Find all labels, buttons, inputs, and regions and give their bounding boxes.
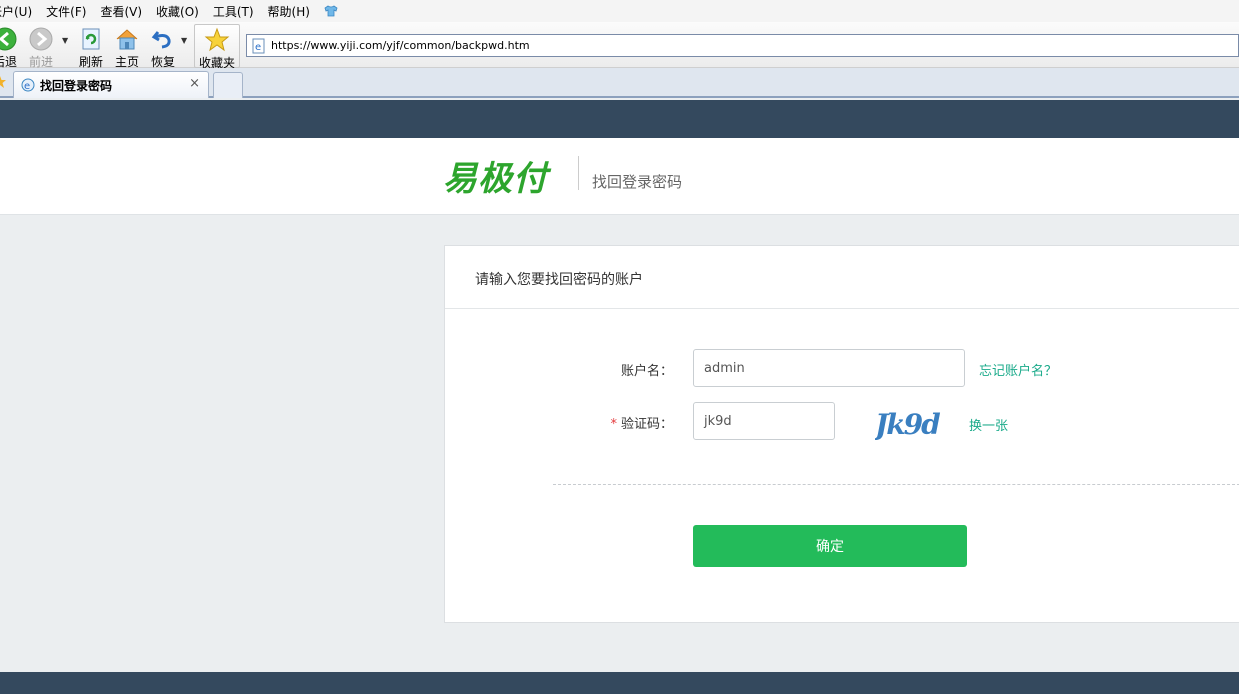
new-tab-button[interactable] (213, 72, 243, 98)
captcha-input-value: jk9d (704, 413, 732, 429)
panel-title: 请输入您要找回密码的账户 (445, 246, 1239, 309)
forward-arrow-icon (29, 27, 53, 51)
menu-tools[interactable]: 工具(T) (213, 3, 254, 20)
menu-help[interactable]: 帮助(H) (268, 3, 310, 20)
site-header: 易极付 找回登录密码 (0, 138, 1239, 215)
captcha-label: 验证码： (620, 417, 673, 432)
captcha-label-wrap: * 验证码： (595, 413, 673, 432)
captcha-image-text: Jk9d (875, 408, 940, 440)
refresh-captcha-link[interactable]: 换一张 (969, 415, 1008, 434)
tshirt-icon[interactable] (324, 5, 338, 17)
site-topbar (0, 100, 1239, 138)
menu-view[interactable]: 查看(V) (100, 3, 142, 20)
restore-button[interactable]: 恢复 (146, 24, 180, 69)
menu-file[interactable]: 文件(F) (46, 3, 86, 20)
restore-dropdown-icon[interactable]: ▼ (181, 36, 187, 45)
site-footer (0, 672, 1239, 694)
ie-page-icon: e (252, 38, 265, 53)
svg-text:e: e (24, 81, 30, 92)
forgot-account-link[interactable]: 忘记账户名？ (979, 360, 1057, 379)
captcha-input[interactable]: jk9d (693, 402, 835, 440)
submit-button[interactable]: 确定 (693, 525, 967, 567)
forward-dropdown-icon[interactable]: ▼ (62, 36, 68, 45)
menu-account[interactable]: 帐户(U) (0, 3, 32, 20)
account-input[interactable]: admin (693, 349, 965, 387)
undo-icon (151, 31, 171, 49)
address-url: https://www.yiji.com/yjf/common/backpwd.… (271, 39, 530, 52)
refresh-button[interactable]: 刷新 (74, 24, 108, 69)
menu-favorites[interactable]: 收藏(O) (156, 3, 199, 20)
yiji-logo[interactable]: 易极付 (443, 155, 548, 199)
tab-close-icon[interactable]: × (189, 76, 200, 91)
svg-text:e: e (255, 42, 261, 53)
browser-tabbar: e 找回登录密码 × (0, 68, 1239, 98)
form-divider (553, 484, 1239, 485)
refresh-icon (82, 28, 100, 50)
account-input-value: admin (704, 360, 745, 376)
address-bar[interactable]: e https://www.yiji.com/yjf/common/backpw… (246, 34, 1239, 57)
account-label: 账户名： (620, 364, 673, 379)
tab-backpwd[interactable]: e 找回登录密码 × (13, 71, 209, 98)
captcha-image[interactable]: Jk9d (875, 406, 959, 440)
forward-button[interactable]: 前进 (24, 24, 58, 69)
browser-menubar: 帐户(U) 文件(F) 查看(V) 收藏(O) 工具(T) 帮助(H) (0, 0, 1239, 22)
ie-tab-icon: e (21, 78, 35, 92)
back-button[interactable]: 后退 (0, 24, 22, 69)
home-button[interactable]: 主页 (110, 24, 144, 69)
star-icon (204, 27, 230, 52)
favorites-button[interactable]: 收藏夹 (194, 24, 240, 70)
header-subtitle: 找回登录密码 (592, 173, 683, 191)
back-arrow-icon (0, 27, 17, 51)
recover-password-panel: 请输入您要找回密码的账户 账户名： admin 忘记账户名？ * 验证码： jk9… (444, 245, 1239, 623)
tab-title: 找回登录密码 (40, 78, 113, 93)
header-divider (578, 156, 579, 190)
required-mark: * (610, 417, 617, 432)
favorites-star-icon[interactable] (0, 76, 6, 88)
home-icon (116, 29, 138, 50)
